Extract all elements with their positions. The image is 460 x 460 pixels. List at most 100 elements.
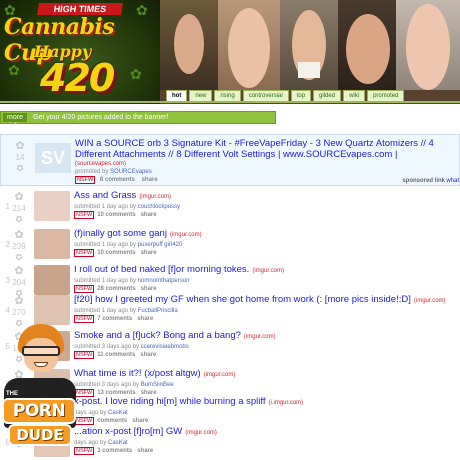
comments-link[interactable]: 28 comments [97, 286, 135, 292]
tab-top[interactable]: top [290, 90, 312, 101]
post-domain[interactable]: (imgur.com) [414, 298, 446, 304]
subreddit-header: ✿ ✿ ✿ ✿ HIGH TIMES Cannabis Cup Happy 42… [0, 0, 460, 104]
share-link[interactable]: share [141, 212, 157, 218]
tagline-text: submitted 3 days ago by [74, 344, 140, 350]
post-domain[interactable]: (imgur.com) [139, 194, 171, 200]
post-domain[interactable]: (i.imgur.com) [269, 400, 304, 406]
announcement-banner[interactable]: more info Get your 4/20 pictures added t… [0, 111, 276, 130]
post-rank: 4 [5, 306, 10, 315]
score: 14 [15, 153, 25, 162]
post-title-text[interactable]: (f)inally got some ganj [74, 228, 167, 239]
upvote-leaf-icon[interactable]: ✿ [13, 141, 27, 152]
post-author[interactable]: FucballPriscilla [138, 308, 178, 314]
share-link[interactable]: share [141, 250, 157, 256]
upvote-leaf-icon[interactable]: ✿ [12, 266, 26, 277]
post-buttons: NSFW 11 comments share [74, 351, 456, 360]
share-link[interactable]: share [142, 177, 158, 183]
comments-link[interactable]: 7 comments [97, 316, 132, 322]
post-title-text[interactable]: WIN a SOURCE orb 3 Signature Kit - #Free… [75, 138, 434, 160]
score: 270 [12, 308, 26, 317]
tab-controversial[interactable]: controversial [242, 90, 289, 101]
post-title-text[interactable]: What time is it?! (x/post altgw) [74, 368, 201, 379]
post-domain[interactable]: (imgur.com) [244, 334, 276, 340]
post-rank: 2 [5, 240, 10, 249]
post-title[interactable]: [f20] how I greeted my GF when she got h… [74, 294, 456, 307]
what-link[interactable]: what [446, 178, 459, 184]
post-author[interactable]: CasKat [108, 410, 128, 416]
nsfw-badge: NSFW [74, 249, 95, 257]
post-title[interactable]: What time is it?! (x/post altgw) (imgur.c… [74, 368, 456, 381]
share-link[interactable]: share [132, 418, 148, 424]
post-thumbnail[interactable] [34, 229, 70, 259]
tab-promoted[interactable]: promoted [367, 90, 405, 101]
downvote-leaf-icon[interactable]: ✿ [12, 252, 26, 262]
share-link[interactable]: share [137, 316, 153, 322]
mascot-porn: PORN [2, 398, 76, 424]
post-title-text[interactable]: x-post. I love riding hi[m] while burnin… [74, 396, 266, 407]
post-entry: What time is it?! (x/post altgw) (imgur.c… [74, 368, 456, 398]
banner-photo [396, 0, 460, 90]
cannabis-cup-logo[interactable]: ✿ ✿ ✿ ✿ HIGH TIMES Cannabis Cup Happy 42… [0, 0, 160, 104]
post-entry: x-post. I love riding hi[m] while burnin… [74, 396, 456, 426]
post-title[interactable]: Ass and Grass (imgur.com) [74, 190, 456, 203]
tab-gilded[interactable]: gilded [313, 90, 342, 101]
comments-link[interactable]: 10 comments [97, 212, 135, 218]
downvote-leaf-icon[interactable]: ✿ [12, 214, 26, 224]
post-title[interactable]: Smoke and a [f]uck? Bong and a bang? (img… [74, 330, 456, 343]
post-title-text[interactable]: I roll out of bed naked [f]or morning to… [74, 264, 249, 275]
post-title-text[interactable]: ...ation x-post [f]ro[m] GW [74, 426, 182, 437]
post-entry: I roll out of bed naked [f]or morning to… [74, 264, 456, 294]
share-link[interactable]: share [141, 286, 157, 292]
post-title[interactable]: x-post. I love riding hi[m] while burnin… [74, 396, 456, 409]
upvote-leaf-icon[interactable]: ✿ [12, 192, 26, 203]
post-title-text[interactable]: Smoke and a [f]uck? Bong and a bang? [74, 330, 241, 341]
post-domain[interactable]: (imgur.com) [252, 268, 284, 274]
post-domain[interactable]: (imgur.com) [170, 232, 202, 238]
sponsored-post: ✿ 14 ✿ SV WIN a SOURCE orb 3 Signature K… [0, 134, 460, 186]
post-author[interactable]: puxerpuff girl420 [138, 242, 183, 248]
post-tagline: days ago by CasKat [74, 409, 456, 417]
comments-link[interactable]: 3 comments [97, 448, 132, 454]
post-tagline: submitted 3 days ago by BumSlinBee [74, 381, 456, 389]
tagline-text: submitted 1 day ago by [74, 308, 137, 314]
post-tagline: promoted by SOURCEvapes [75, 168, 457, 176]
post-thumbnail[interactable]: SV [35, 143, 71, 173]
post-author[interactable]: CasKat [108, 440, 128, 446]
post-tagline: submitted 3 days ago by ccerevisiaebmobs [74, 343, 456, 351]
banner-link[interactable]: more info [3, 113, 27, 130]
post-thumbnail[interactable] [34, 191, 70, 221]
post-title[interactable]: WIN a SOURCE orb 3 Signature Kit - #Free… [75, 138, 457, 160]
tagline-text: submitted 1 day ago by [74, 242, 137, 248]
comments-link[interactable]: 11 comments [97, 352, 135, 358]
tab-rising[interactable]: rising [214, 90, 241, 101]
tab-wiki[interactable]: wiki [343, 90, 366, 101]
post-author[interactable]: BumSlinBee [141, 382, 174, 388]
post-author[interactable]: SOURCEvapes [110, 169, 152, 175]
post-thumbnail[interactable] [34, 265, 70, 295]
share-link[interactable]: share [137, 448, 153, 454]
post-author[interactable]: nomnomthatperson [138, 278, 190, 284]
post-title[interactable]: ...ation x-post [f]ro[m] GW (imgur.com) [74, 426, 456, 439]
post-author[interactable]: couchlockpussy [138, 204, 180, 210]
logo-number: 420 [40, 56, 115, 100]
comments-link[interactable]: comments [97, 418, 127, 424]
post-author[interactable]: ccerevisiaebmobs [141, 344, 189, 350]
post-domain-line: (sourcevapes.com) [75, 160, 457, 168]
vote-column: ✿ 214 ✿ [12, 192, 26, 225]
post-title[interactable]: I roll out of bed naked [f]or morning to… [74, 264, 456, 277]
downvote-leaf-icon[interactable]: ✿ [13, 163, 27, 173]
banner-photo [280, 0, 338, 90]
post-domain[interactable]: (imgur.com) [185, 430, 217, 436]
post-domain[interactable]: (imgur.com) [204, 372, 236, 378]
comments-link[interactable]: 10 comments [97, 250, 135, 256]
upvote-leaf-icon[interactable]: ✿ [12, 230, 26, 241]
share-link[interactable]: share [140, 352, 156, 358]
post-title-text[interactable]: [f20] how I greeted my GF when she got h… [74, 294, 411, 305]
comments-link[interactable]: 8 comments [100, 177, 135, 183]
post-title[interactable]: (f)inally got some ganj (imgur.com) [74, 228, 456, 241]
tab-hot[interactable]: hot [166, 90, 188, 101]
post-title-text[interactable]: Ass and Grass [74, 190, 136, 201]
post-domain[interactable]: (sourcevapes.com) [75, 161, 126, 167]
tab-new[interactable]: new [189, 90, 213, 101]
upvote-leaf-icon[interactable]: ✿ [12, 296, 26, 307]
